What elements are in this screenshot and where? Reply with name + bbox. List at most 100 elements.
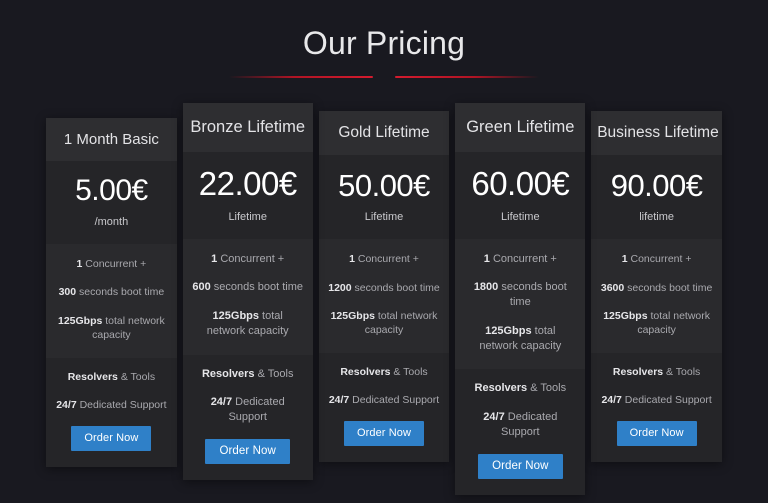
plan-footer-feature-value: 24/7 <box>328 393 350 406</box>
plan-feature: 600 seconds boot time <box>192 280 304 295</box>
plan-price-block: 22.00€ Lifetime <box>182 152 313 239</box>
plan-price: 50.00€ <box>338 168 430 203</box>
plan-feature: 125Gbps total network capacity <box>192 309 304 338</box>
plan-footer-feature: Resolvers & Tools <box>327 365 442 379</box>
plan-price: 90.00€ <box>610 168 703 203</box>
plan-footer: Resolvers & Tools 24/7 Dedicated Support O… <box>182 354 313 481</box>
plan-feature-label: seconds boot time <box>76 286 165 299</box>
divider-line-right <box>395 76 539 79</box>
plan-feature: 1 Concurrent + <box>328 252 441 266</box>
pricing-card: Gold Lifetime 50.00€ Lifetime 1 Concurrent … <box>318 111 450 463</box>
plan-feature-value: 125Gbps <box>603 309 648 322</box>
pricing-card: Business Lifetime 90.00€ lifetime 1 Concurr… <box>591 111 723 463</box>
plan-footer: Resolvers & Tools 24/7 Dedicated Support O… <box>46 357 177 467</box>
order-now-button[interactable]: Order Now <box>478 453 563 479</box>
plan-footer-feature-label: & Tools <box>390 365 428 378</box>
plan-period: Lifetime <box>228 210 267 223</box>
plan-feature-label: seconds boot time <box>498 281 567 309</box>
order-now-button[interactable]: Order Now <box>343 421 425 447</box>
plan-feature-value: 125Gbps <box>57 314 103 327</box>
plan-feature-list: 1 Concurrent + 1200 seconds boot time 125G… <box>318 239 450 353</box>
plan-feature-value: 1800 <box>473 281 499 294</box>
plan-period: lifetime <box>639 211 675 224</box>
plan-feature: 1200 seconds boot time <box>328 281 441 295</box>
plan-feature-label: Concurrent + <box>217 252 285 265</box>
plan-feature-value: 3600 <box>600 281 625 294</box>
plan-price-block: 5.00€ /month <box>46 161 177 245</box>
plan-price: 22.00€ <box>198 165 297 202</box>
plan-name: Gold Lifetime <box>318 111 450 155</box>
order-now-button[interactable]: Order Now <box>616 421 697 447</box>
plan-feature: 3600 seconds boot time <box>600 281 713 295</box>
plan-footer: Resolvers & Tools 24/7 Dedicated Support O… <box>591 352 723 463</box>
plan-footer-feature-label: & Tools <box>254 367 294 380</box>
plan-footer-feature-value: 24/7 <box>483 411 505 424</box>
plan-feature: 125Gbps total network capacity <box>328 309 441 337</box>
plan-footer-feature-value: 24/7 <box>210 396 233 409</box>
plan-footer-feature-label: & Tools <box>527 382 567 395</box>
plan-footer-feature-label: Dedicated Support <box>349 393 440 406</box>
plan-feature-value: 1200 <box>328 281 352 294</box>
plan-name: Business Lifetime <box>591 111 723 155</box>
divider-line-left <box>229 76 373 79</box>
plan-footer-feature: Resolvers & Tools <box>54 370 169 384</box>
plan-footer-feature-value: Resolvers <box>201 367 255 380</box>
plan-footer-feature: Resolvers & Tools <box>599 365 714 379</box>
plan-feature-value: 125Gbps <box>485 324 532 337</box>
plan-footer-feature-value: Resolvers <box>67 370 118 383</box>
plan-feature: 1 Concurrent + <box>600 252 713 266</box>
plan-footer-feature: 24/7 Dedicated Support <box>327 393 442 407</box>
plan-footer-feature-label: Dedicated Support <box>621 393 712 406</box>
plan-footer-feature-value: Resolvers <box>612 365 664 378</box>
plan-price: 60.00€ <box>471 165 570 202</box>
plan-feature-label: seconds boot time <box>210 281 304 294</box>
plan-feature-label: Concurrent + <box>82 258 147 271</box>
plan-feature-value: 600 <box>192 281 211 294</box>
plan-feature-list: 1 Concurrent + 600 seconds boot time 125Gb… <box>182 238 313 355</box>
plan-feature-value: 300 <box>58 286 77 299</box>
plan-footer-feature: 24/7 Dedicated Support <box>599 393 714 407</box>
plan-feature-label: seconds boot time <box>351 281 440 294</box>
page-title: Our Pricing <box>302 25 466 61</box>
plan-feature-label: seconds boot time <box>624 281 713 294</box>
plan-price: 5.00€ <box>75 174 148 207</box>
pricing-card: Bronze Lifetime 22.00€ Lifetime 1 Concurren… <box>182 103 313 481</box>
plan-footer-feature-value: Resolvers <box>474 382 528 395</box>
plan-feature: 300 seconds boot time <box>55 285 168 299</box>
plan-feature: 125Gbps total network capacity <box>600 309 713 337</box>
pricing-card: 1 Month Basic 5.00€ /month 1 Concurrent + 30… <box>46 118 177 467</box>
plan-footer-feature: 24/7 Dedicated Support <box>191 395 305 425</box>
plan-feature: 1 Concurrent + <box>192 252 304 267</box>
plan-feature: 1 Concurrent + <box>464 252 576 267</box>
plan-period: Lifetime <box>501 210 540 223</box>
plan-footer-feature: Resolvers & Tools <box>463 381 577 396</box>
plan-feature-list: 1 Concurrent + 3600 seconds boot time 125G… <box>591 239 723 353</box>
plan-feature-label: total network capacity <box>364 309 438 336</box>
pricing-card: Green Lifetime 60.00€ Lifetime 1 Concurrent… <box>455 103 586 495</box>
plan-footer-feature-label: & Tools <box>663 365 701 378</box>
plan-name: Green Lifetime <box>455 103 586 152</box>
plan-footer-feature-value: Resolvers <box>340 365 391 378</box>
plan-feature-label: total network capacity <box>92 314 165 341</box>
order-now-button[interactable]: Order Now <box>71 425 152 451</box>
plan-footer-feature-label: Dedicated Support <box>76 398 167 411</box>
plan-feature: 125Gbps total network capacity <box>464 324 576 353</box>
plan-feature-label: Concurrent + <box>489 252 557 265</box>
plan-feature-value: 125Gbps <box>212 310 259 323</box>
plan-feature-value: 125Gbps <box>330 309 375 322</box>
plan-footer-feature-value: 24/7 <box>601 393 622 406</box>
plan-feature: 125Gbps total network capacity <box>55 314 168 342</box>
plan-footer-feature: 24/7 Dedicated Support <box>463 410 577 440</box>
plan-feature-list: 1 Concurrent + 300 seconds boot time 125Gb… <box>46 244 177 358</box>
pricing-card-deck: 1 Month Basic 5.00€ /month 1 Concurrent + 30… <box>46 96 723 495</box>
plan-feature-label: Concurrent + <box>354 253 419 266</box>
plan-footer-feature-label: Dedicated Support <box>228 396 285 424</box>
plan-footer-feature-value: 24/7 <box>56 398 77 411</box>
plan-feature-list: 1 Concurrent + 1800 seconds boot time 125G… <box>455 238 586 370</box>
plan-footer-feature-label: & Tools <box>117 370 156 383</box>
order-now-button[interactable]: Order Now <box>205 439 290 465</box>
plan-price-block: 60.00€ Lifetime <box>455 152 586 239</box>
plan-name: Bronze Lifetime <box>182 103 313 152</box>
plan-price-block: 90.00€ lifetime <box>591 155 723 240</box>
plan-footer: Resolvers & Tools 24/7 Dedicated Support O… <box>318 352 450 463</box>
